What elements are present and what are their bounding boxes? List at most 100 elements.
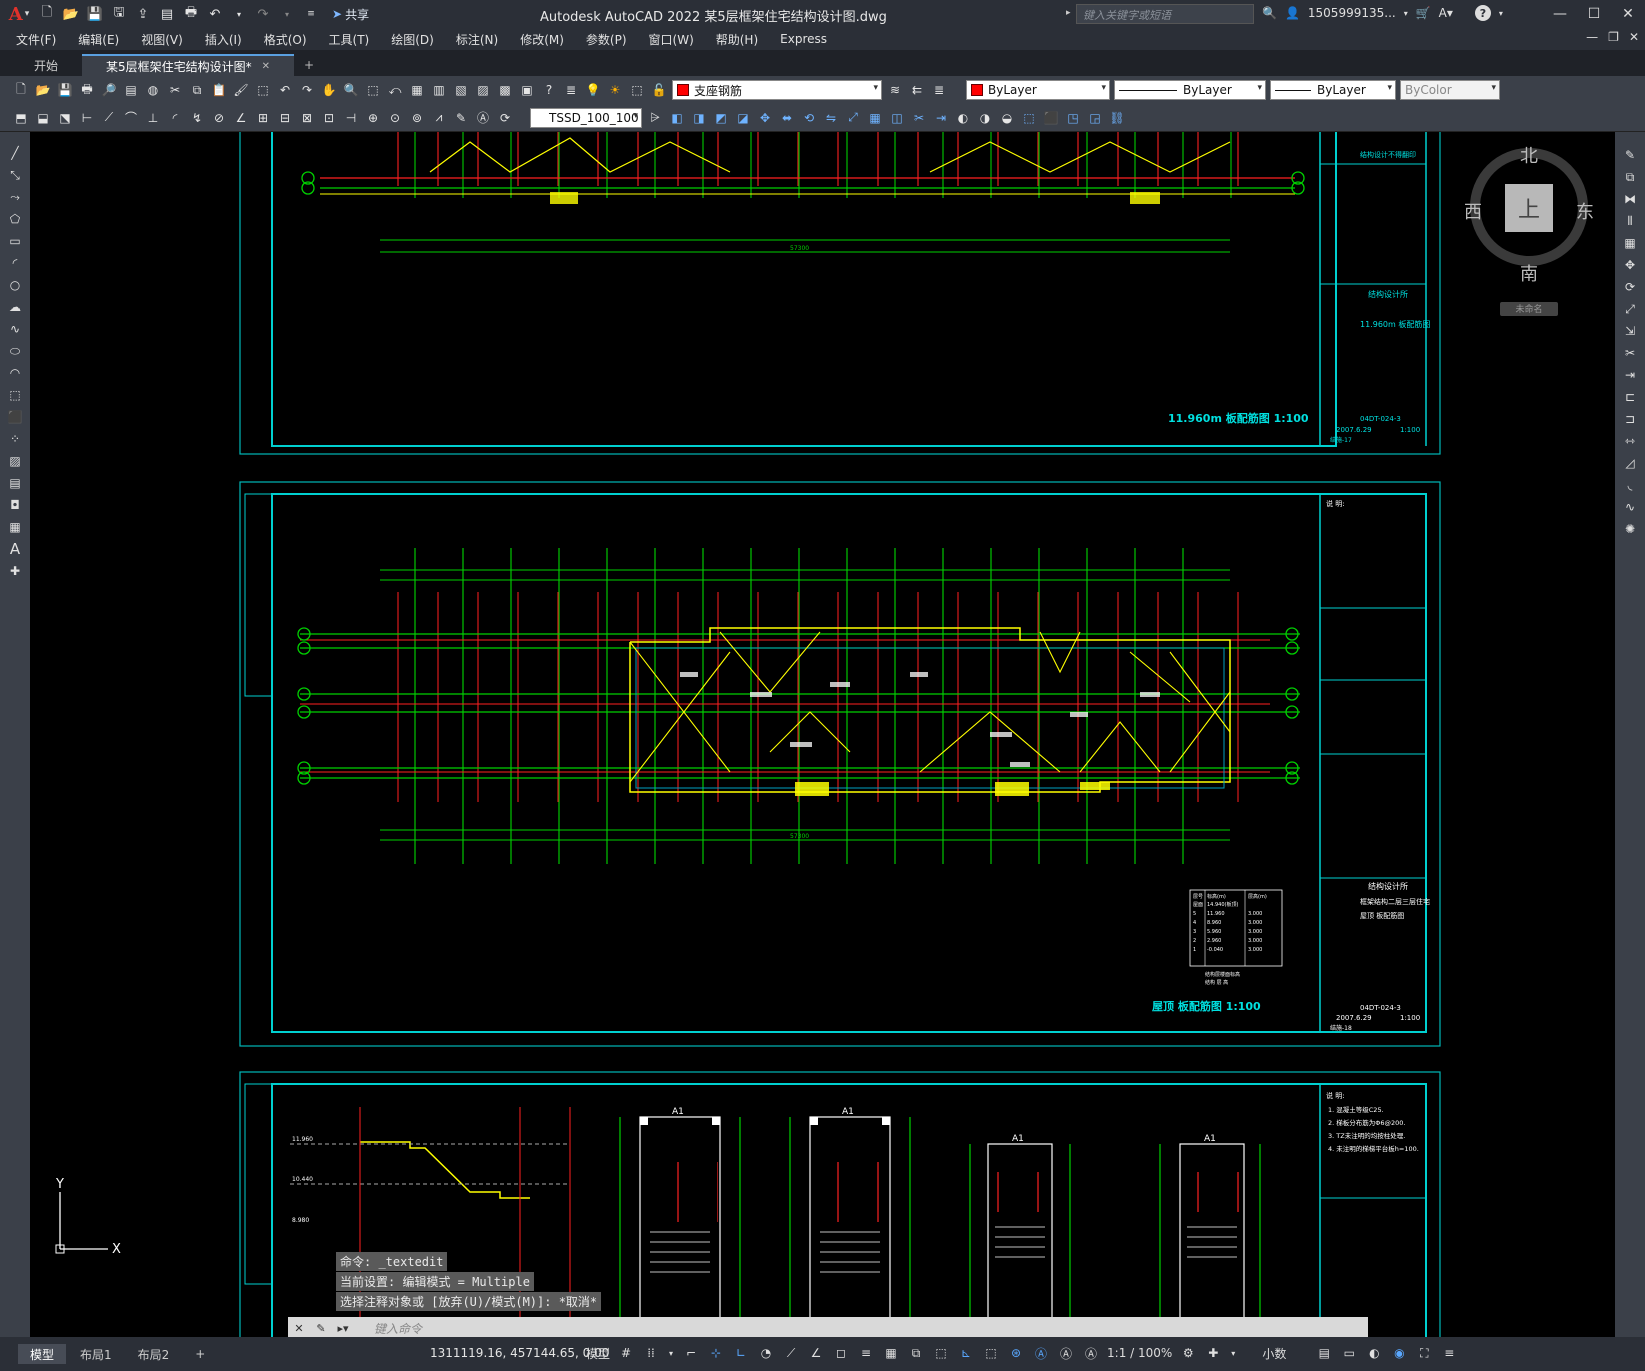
pan-icon[interactable]: ✋ <box>320 81 338 99</box>
menu-insert[interactable]: 插入(I) <box>205 31 242 48</box>
layout-tab-1[interactable]: 布局1 <box>68 1344 124 1364</box>
object-snap-tracking-icon[interactable]: ∠ <box>807 1343 825 1363</box>
gradient-icon[interactable]: ▤ <box>5 474 25 492</box>
revcloud-icon[interactable]: ☁ <box>5 298 25 316</box>
copy-icon[interactable]: ⧉ <box>188 81 206 99</box>
line-icon[interactable]: ╱ <box>5 144 25 162</box>
break-point-icon[interactable]: ⊏ <box>1620 388 1640 406</box>
menu-tools[interactable]: 工具(T) <box>329 31 370 48</box>
paste-icon[interactable]: 📋 <box>210 81 228 99</box>
menu-file[interactable]: 文件(F) <box>16 31 56 48</box>
publish-icon[interactable]: ▤ <box>122 81 140 99</box>
open-icon[interactable]: 📂 <box>34 81 52 99</box>
menu-parameter[interactable]: 参数(P) <box>586 31 627 48</box>
offset-icon[interactable]: ◫ <box>888 109 906 127</box>
copy-object-icon[interactable]: ⧉ <box>1620 168 1640 186</box>
scale-object-icon[interactable]: ⤢ <box>1620 300 1640 318</box>
jogged-dim-icon[interactable]: ↯ <box>188 109 206 127</box>
autocad-logo-icon[interactable]: A ▾ <box>0 0 38 28</box>
group-select-icon[interactable]: ◪ <box>734 109 752 127</box>
selection-cycling-icon[interactable]: ⧉ <box>907 1343 925 1363</box>
center-mark-icon[interactable]: ⊙ <box>386 109 404 127</box>
trim-icon[interactable]: ✂ <box>910 109 928 127</box>
rotate-object-icon[interactable]: ⟳ <box>1620 278 1640 296</box>
move-icon[interactable]: ✥ <box>756 109 774 127</box>
plotstyle-dropdown[interactable]: ByColor ▾ <box>1400 80 1500 100</box>
help-dropdown-icon[interactable]: ▾ <box>1499 9 1503 18</box>
new-tab-button[interactable]: + <box>294 54 324 76</box>
add-selected-icon[interactable]: ✚ <box>5 562 25 580</box>
aligned-dim-icon[interactable]: ⟋ <box>100 109 118 127</box>
tssd-icon-2[interactable]: ⬓ <box>34 109 52 127</box>
color-dropdown[interactable]: ByLayer ▾ <box>966 80 1110 100</box>
menu-help[interactable]: 帮助(H) <box>716 31 758 48</box>
diameter-dim-icon[interactable]: ⊘ <box>210 109 228 127</box>
wcs-menu[interactable]: 未命名 <box>1500 302 1558 316</box>
chamfer-icon[interactable]: ◿ <box>1620 454 1640 472</box>
workspace-gear-icon[interactable]: ⚙ <box>1179 1343 1197 1363</box>
graphics-performance-icon[interactable]: ◉ <box>1390 1343 1408 1363</box>
menu-view[interactable]: 视图(V) <box>141 31 183 48</box>
search-expand-icon[interactable]: ▸ <box>1066 8 1071 18</box>
coordinate-readout[interactable]: 1311119.16, 457144.65, 0.00 <box>430 1346 609 1360</box>
sheet-set-icon[interactable]: ▨ <box>474 81 492 99</box>
new-icon[interactable]: 🗋 <box>12 81 30 99</box>
continue-dim-icon[interactable]: ⊠ <box>298 109 316 127</box>
rectangle-icon[interactable]: ▭ <box>5 232 25 250</box>
rotate-icon[interactable]: ⟲ <box>800 109 818 127</box>
layout-tab-2[interactable]: 布局2 <box>126 1344 182 1364</box>
recent-commands-icon[interactable]: ▸▾ <box>332 1322 354 1335</box>
dim-space-icon[interactable]: ⊡ <box>320 109 338 127</box>
snap-icon[interactable]: ⁞⁞ <box>642 1343 660 1363</box>
publish-icon[interactable]: ▤ <box>158 5 176 23</box>
break-icon[interactable]: ⊐ <box>1620 410 1640 428</box>
quick-dim-icon[interactable]: ⊞ <box>254 109 272 127</box>
arc-icon[interactable]: ◜ <box>5 254 25 272</box>
annotation-scale-icon[interactable]: Ⓐ <box>1082 1343 1100 1363</box>
user-name[interactable]: 1505999135... <box>1308 6 1396 20</box>
stretch-icon[interactable]: ⬌ <box>778 109 796 127</box>
compass-east[interactable]: 东 <box>1576 198 1594 224</box>
make-block-icon[interactable]: ⬛ <box>5 408 25 426</box>
search-icon[interactable]: 🔍 <box>1262 6 1277 20</box>
infer-constraints-icon[interactable]: ⌐ <box>682 1343 700 1363</box>
plot-icon[interactable]: 🖶 <box>78 81 96 99</box>
lineweight-dropdown[interactable]: ByLayer ▾ <box>1270 80 1396 100</box>
circle-icon[interactable]: ○ <box>5 276 25 294</box>
close-icon[interactable]: ✕ <box>1611 0 1645 28</box>
share-button[interactable]: ➤ 共享 <box>332 6 369 23</box>
block-create-icon[interactable]: ⬛ <box>1042 109 1060 127</box>
isodraft-icon[interactable]: ⟋ <box>782 1343 800 1363</box>
redo-dropdown-icon[interactable]: ▾ <box>278 5 296 23</box>
doc-close-icon[interactable]: ✕ <box>1629 30 1639 44</box>
construction-line-icon[interactable]: ⤡ <box>5 166 25 184</box>
transparency-icon[interactable]: ▦ <box>882 1343 900 1363</box>
menu-modify[interactable]: 修改(M) <box>520 31 564 48</box>
erase-icon[interactable]: ✎ <box>1620 146 1640 164</box>
insert-block-icon[interactable]: ⬚ <box>5 386 25 404</box>
group-icon[interactable]: ◧ <box>668 109 686 127</box>
viewcube-top-face[interactable]: 上 <box>1505 184 1553 232</box>
mirror-icon[interactable]: ⇋ <box>822 109 840 127</box>
layer-state-icon[interactable]: ≣ <box>930 81 948 99</box>
layer-previous-icon[interactable]: ⇇ <box>908 81 926 99</box>
dim-style-icon[interactable]: ⩥ <box>646 109 664 127</box>
zoom-realtime-icon[interactable]: 🔍 <box>342 81 360 99</box>
unisolate-icon[interactable]: ◒ <box>998 109 1016 127</box>
gizmo-icon[interactable]: ⊛ <box>1007 1343 1025 1363</box>
linetype-dropdown[interactable]: ByLayer ▾ <box>1114 80 1266 100</box>
arc-length-icon[interactable]: ⌒ <box>122 109 140 127</box>
dynamic-input-icon[interactable]: ⊹ <box>707 1343 725 1363</box>
lineweight-icon[interactable]: ≡ <box>857 1343 875 1363</box>
cart-icon[interactable]: 🛒 <box>1416 6 1431 20</box>
tolerance-icon[interactable]: ⊕ <box>364 109 382 127</box>
polar-icon[interactable]: ◔ <box>757 1343 775 1363</box>
tool-palettes-icon[interactable]: ▧ <box>452 81 470 99</box>
tab-start[interactable]: 开始 <box>10 54 82 76</box>
menu-format[interactable]: 格式(O) <box>264 31 307 48</box>
new-file-icon[interactable]: 🗋 <box>38 5 56 23</box>
spline-icon[interactable]: ∿ <box>5 320 25 338</box>
inspect-icon[interactable]: ⊚ <box>408 109 426 127</box>
save-icon[interactable]: 💾 <box>56 81 74 99</box>
customize-commandline-icon[interactable]: ✎ <box>310 1322 332 1335</box>
